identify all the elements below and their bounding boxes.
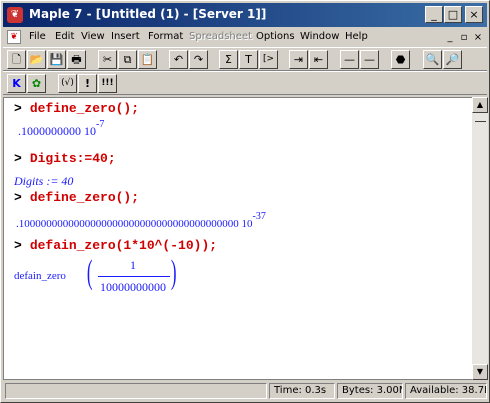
open-folder-icon[interactable]: 📂 — [27, 50, 46, 69]
input-line[interactable]: > Digits:=40; — [14, 151, 116, 166]
status-bytes: Bytes: 3.00M — [337, 383, 403, 399]
paste-icon[interactable]: 📋 — [138, 50, 157, 69]
scroll-down-arrow-icon[interactable]: ▼ — [472, 364, 488, 380]
save-icon[interactable]: 💾 — [47, 50, 66, 69]
command-text[interactable]: defain_zero(1*10^(-10)); — [30, 238, 217, 253]
undo-icon[interactable]: ↶ — [169, 50, 188, 69]
bug-icon[interactable]: ✿ — [27, 74, 46, 93]
mdi-close-button[interactable]: × — [471, 31, 485, 44]
mdi-restore-button[interactable]: ▫ — [457, 31, 471, 44]
output-exponent: -7 — [96, 119, 105, 130]
execute-icon[interactable]: ! — [78, 74, 97, 93]
prompt: > — [14, 190, 22, 205]
output-mantissa: .100000000000000000000000000000000000000… — [16, 218, 253, 230]
menu-help[interactable]: Help — [345, 31, 368, 42]
status-message — [5, 383, 267, 399]
k-icon[interactable]: K — [7, 74, 26, 93]
function-name: defain_zero — [14, 270, 66, 282]
menu-spreadsheet[interactable]: Spreadsheet — [189, 31, 252, 42]
vertical-scrollbar[interactable]: ▲ ▼ — [472, 97, 488, 380]
dash-icon[interactable]: — — [360, 50, 379, 69]
zoom-in-icon[interactable]: 🔍 — [423, 50, 442, 69]
maximize-button[interactable]: □ — [444, 6, 462, 23]
check-syntax-icon[interactable]: (√) — [58, 74, 77, 93]
scroll-mark — [475, 121, 486, 122]
fraction-denominator: 10000000000 — [100, 280, 166, 294]
stop-icon[interactable]: ⬣ — [391, 50, 410, 69]
minimize-button[interactable]: _ — [425, 6, 443, 23]
menu-insert[interactable]: Insert — [111, 31, 140, 42]
close-button[interactable]: × — [465, 6, 483, 23]
context-toolbar: K ✿ (√) ! !!! — [3, 71, 487, 95]
outdent-icon[interactable]: ⇤ — [309, 50, 328, 69]
scroll-up-arrow-icon[interactable]: ▲ — [472, 97, 488, 113]
status-available: Available: 38.7M — [405, 383, 487, 399]
menu-bar: ❦ File Edit View Insert Format Spreadshe… — [3, 28, 487, 47]
copy-icon[interactable]: ⧉ — [118, 50, 137, 69]
menu-window[interactable]: Window — [300, 31, 339, 42]
text-icon[interactable]: T — [239, 50, 258, 69]
status-bar: Time: 0.3s Bytes: 3.00M Available: 38.7M — [3, 382, 487, 400]
input-line[interactable]: > define_zero(); — [14, 101, 139, 116]
main-toolbar: 🗋 📂 💾 🖶 ✂ ⧉ 📋 ↶ ↷ Σ T [> ⇥ ⇤ — — ⬣ 🔍 🔎 — [3, 47, 487, 71]
right-paren: ) — [170, 254, 177, 291]
menu-format[interactable]: Format — [148, 31, 183, 42]
print-icon[interactable]: 🖶 — [67, 50, 86, 69]
redo-icon[interactable]: ↷ — [189, 50, 208, 69]
sigma-icon[interactable]: Σ — [219, 50, 238, 69]
title-bar[interactable]: ❦ Maple 7 - [Untitled (1) - [Server 1]] … — [3, 3, 487, 27]
new-file-icon[interactable]: 🗋 — [7, 50, 26, 69]
window-title: Maple 7 - [Untitled (1) - [Server 1]] — [29, 7, 267, 21]
dash-icon[interactable]: — — [340, 50, 359, 69]
cut-icon[interactable]: ✂ — [98, 50, 117, 69]
menu-file[interactable]: File — [29, 31, 46, 42]
output-line: .1000000000 10-7 — [18, 119, 104, 139]
prompt: > — [14, 101, 22, 116]
command-text[interactable]: define_zero(); — [30, 101, 139, 116]
fraction-numerator: 1 — [130, 258, 136, 272]
output-line: .100000000000000000000000000000000000000… — [16, 211, 266, 230]
input-line[interactable]: > defain_zero(1*10^(-10)); — [14, 238, 217, 253]
command-text[interactable]: define_zero(); — [30, 190, 139, 205]
menu-options[interactable]: Options — [256, 31, 295, 42]
execute-all-icon[interactable]: !!! — [98, 74, 117, 93]
zoom-out-icon[interactable]: 🔎 — [443, 50, 462, 69]
menu-edit[interactable]: Edit — [55, 31, 74, 42]
mdi-minimize-button[interactable]: _ — [443, 31, 457, 44]
worksheet[interactable]: > define_zero(); .1000000000 10-7 > Digits… — [3, 97, 472, 380]
command-text[interactable]: Digits:=40; — [30, 151, 116, 166]
output-line: Digits := 40 — [14, 174, 74, 188]
status-time: Time: 0.3s — [269, 383, 335, 399]
indent-icon[interactable]: ⇥ — [289, 50, 308, 69]
document-icon[interactable]: ❦ — [7, 30, 21, 44]
menu-view[interactable]: View — [81, 31, 105, 42]
maple-window: ❦ Maple 7 - [Untitled (1) - [Server 1]] … — [0, 0, 490, 403]
prompt: > — [14, 151, 22, 166]
output-exponent: -37 — [252, 211, 266, 222]
left-paren: ( — [86, 254, 93, 291]
input-line[interactable]: > define_zero(); — [14, 190, 139, 205]
output-mantissa: .1000000000 10 — [18, 124, 96, 138]
execute-group-icon[interactable]: [> — [259, 50, 278, 69]
fraction-bar — [98, 276, 170, 277]
prompt: > — [14, 238, 22, 253]
maple-leaf-icon: ❦ — [7, 7, 23, 23]
